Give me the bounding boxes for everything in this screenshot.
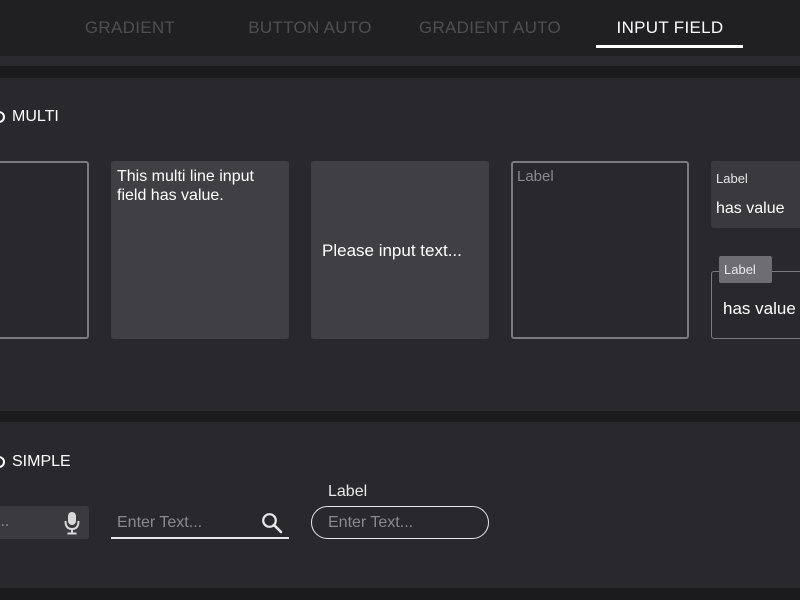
simple-voice-placeholder: ... — [0, 513, 10, 530]
multi-outline-label: Label — [517, 168, 554, 185]
multi-title-text: MULTI — [12, 108, 59, 125]
multi-filled-value-text: This multi line input field has value. — [117, 168, 254, 204]
simple-title-text: SIMPLE — [12, 453, 71, 470]
simple-rounded-placeholder: Enter Text... — [328, 514, 414, 531]
multi-outline-label-field[interactable]: Label — [511, 161, 689, 339]
multi-label-outline-chip: Label — [719, 256, 772, 283]
multi-label-filled-value: has value — [716, 200, 785, 217]
multi-label-outline-value: has value — [723, 299, 796, 318]
multi-filled-placeholder-field[interactable]: Please input text... — [311, 161, 489, 339]
section-bullet-icon — [0, 111, 5, 123]
simple-section: SIMPLE ... Enter Text... Label Enter Tex… — [0, 422, 800, 588]
simple-section-title: SIMPLE — [0, 453, 71, 471]
multi-label-filled-label: Label — [716, 171, 748, 186]
simple-search-field[interactable]: Enter Text... — [111, 506, 289, 539]
multi-filled-value-field[interactable]: This multi line input field has value. — [111, 161, 289, 339]
simple-rounded-field[interactable]: Enter Text... — [311, 506, 489, 539]
section-bullet-icon — [0, 456, 5, 468]
simple-voice-field[interactable]: ... — [0, 506, 89, 539]
multi-section-title: MULTI — [0, 108, 59, 126]
simple-rounded-label: Label — [328, 483, 368, 500]
tab-button-auto[interactable]: BUTTON AUTO — [220, 0, 400, 56]
multi-section: MULTI This multi line input field has va… — [0, 78, 800, 411]
search-icon[interactable] — [261, 512, 283, 534]
tab-gradient[interactable]: GRADIENT — [40, 0, 220, 56]
multi-outline-empty-field[interactable] — [0, 161, 89, 339]
microphone-icon[interactable] — [64, 511, 80, 535]
tab-gradient-auto[interactable]: GRADIENT AUTO — [400, 0, 580, 56]
tab-content-strip — [0, 56, 800, 66]
active-tab-indicator — [596, 45, 743, 48]
tab-bar: GRADIENT BUTTON AUTO GRADIENT AUTO INPUT… — [0, 0, 800, 56]
multi-placeholder-text: Please input text... — [322, 241, 462, 260]
multi-label-filled-field[interactable]: Label has value — [711, 161, 800, 228]
simple-search-placeholder: Enter Text... — [117, 514, 203, 531]
